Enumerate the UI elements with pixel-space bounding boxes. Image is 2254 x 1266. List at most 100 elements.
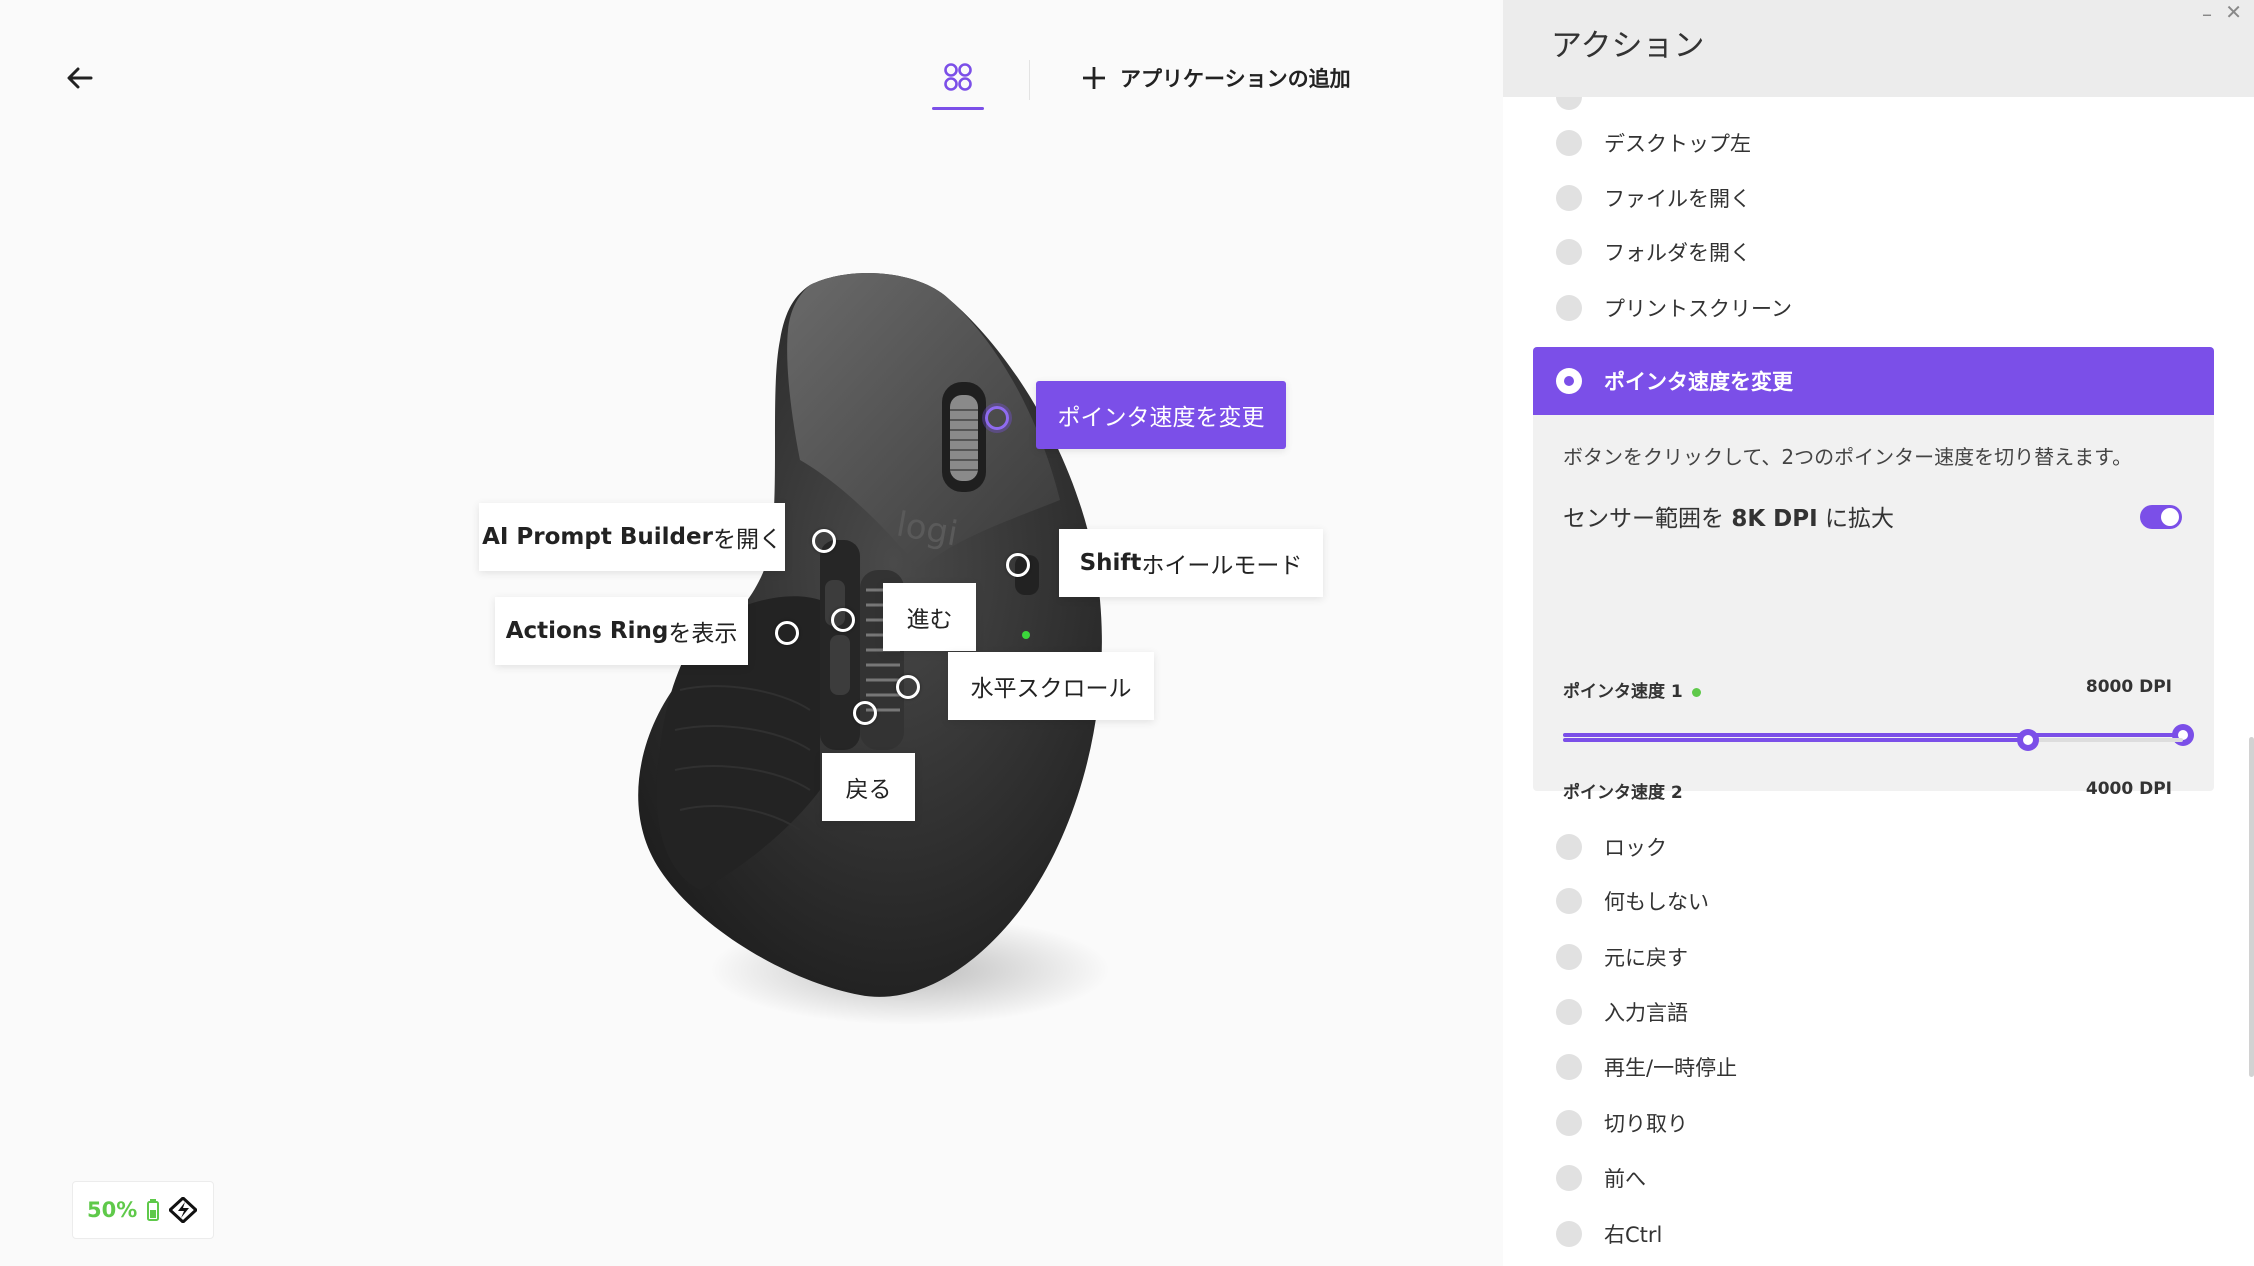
action-radio[interactable]	[1556, 1110, 1582, 1136]
action-radio[interactable]	[1556, 185, 1582, 211]
selected-action-card: ポインタ速度を変更 ボタンをクリックして、2つのポインター速度を切り替えます。 …	[1533, 347, 2214, 803]
sensor-range-prefix: センサー範囲を	[1563, 506, 1732, 532]
action-label: 元に戻す	[1604, 946, 1688, 970]
action-item[interactable]: プリントスクリーン	[1556, 288, 1792, 328]
panel-header: アクション – ✕	[1503, 0, 2254, 97]
active-speed-dot	[1691, 687, 1701, 697]
battery-icon	[147, 1199, 160, 1221]
action-item[interactable]: 右Ctrl	[1556, 1214, 1662, 1254]
callout-forward-label: 進む	[906, 607, 953, 633]
buttons-grid-icon	[944, 63, 972, 91]
hotspot-ai-prompt-builder[interactable]	[812, 529, 836, 553]
action-radio[interactable]	[1556, 1054, 1582, 1080]
selected-action-label: ポインタ速度を変更	[1604, 370, 1793, 394]
selected-action-item[interactable]: ポインタ速度を変更	[1533, 347, 2214, 415]
action-label: 前へ	[1604, 1167, 1646, 1191]
action-radio[interactable]	[1556, 1221, 1582, 1247]
sensor-range-toggle[interactable]	[2140, 505, 2182, 529]
hotspot-shift-wheel-mode[interactable]	[1006, 553, 1030, 577]
action-item[interactable]: 再生/一時停止	[1556, 1047, 1737, 1087]
battery-status[interactable]: 50%	[72, 1181, 214, 1239]
callout-pointer-speed[interactable]: ポインタ速度を変更	[1036, 381, 1286, 449]
action-label: ロック	[1604, 836, 1667, 860]
selected-action-description: ボタンをクリックして、2つのポインター速度を切り替えます。	[1563, 445, 2133, 469]
action-radio[interactable]	[1556, 1165, 1582, 1191]
action-item[interactable]: ロック	[1556, 827, 1667, 867]
action-item[interactable]: 何もしない	[1556, 881, 1709, 921]
callout-actions-ring-bold: Actions Ring	[505, 618, 669, 644]
plus-icon	[1083, 67, 1105, 89]
action-radio[interactable]	[1556, 944, 1582, 970]
callout-forward[interactable]: 進む	[883, 583, 976, 651]
callout-shift-wheel-mode[interactable]: Shift ホイールモード	[1059, 529, 1323, 597]
add-application-button[interactable]: アプリケーションの追加	[1082, 58, 1351, 98]
hotspot-pointer-speed[interactable]	[985, 406, 1009, 430]
action-item[interactable]: 元に戻す	[1556, 937, 1688, 977]
action-item[interactable]: フォルダを開く	[1556, 232, 1751, 272]
slider-thumb[interactable]	[2017, 729, 2039, 751]
hotspot-horizontal-scroll[interactable]	[896, 675, 920, 699]
pointer-speed-2-slider[interactable]	[1563, 728, 2183, 752]
panel-scrollbar[interactable]	[2249, 737, 2254, 1077]
callout-ai-prompt-builder[interactable]: AI Prompt Builder を開く	[479, 503, 785, 571]
action-label: 切り取り	[1604, 1112, 1688, 1136]
callout-ai-prompt-rest: を開く	[712, 527, 782, 553]
action-radio-partial[interactable]	[1556, 97, 1582, 110]
add-application-label: アプリケーションの追加	[1120, 67, 1351, 91]
action-radio[interactable]	[1556, 888, 1582, 914]
hotspot-back[interactable]	[853, 701, 877, 725]
action-label: 何もしない	[1604, 890, 1709, 914]
callout-back[interactable]: 戻る	[822, 753, 915, 821]
pointer-speed-1-label: ポインタ速度 1	[1563, 677, 1701, 702]
action-label: 右Ctrl	[1604, 1223, 1663, 1247]
sensor-range-label: センサー範囲を 8K DPI に拡大	[1563, 499, 1894, 533]
callout-horizontal-scroll[interactable]: 水平スクロール	[948, 652, 1154, 720]
action-item[interactable]: デスクトップ左	[1556, 123, 1751, 163]
pointer-speed-1-value: 8000 DPI	[2085, 677, 2172, 697]
toggle-knob	[2161, 508, 2179, 526]
callout-ai-prompt-bold: AI Prompt Builder	[482, 524, 713, 550]
action-radio[interactable]	[1556, 295, 1582, 321]
callout-horizontal-scroll-label: 水平スクロール	[970, 676, 1132, 702]
tab-buttons[interactable]	[930, 56, 986, 110]
hotspot-forward[interactable]	[831, 608, 855, 632]
action-radio-selected[interactable]	[1556, 368, 1582, 394]
window-close-button[interactable]: ✕	[2225, 0, 2242, 24]
action-label: 入力言語	[1604, 1001, 1688, 1025]
callout-back-label: 戻る	[845, 777, 892, 803]
actions-list: デスクトップ左 ファイルを開く フォルダを開く プリントスクリーン ポインタ速度…	[1503, 97, 2254, 1266]
actions-panel: アクション – ✕ デスクトップ左 ファイルを開く フォルダを開く プリントスク…	[1503, 0, 2254, 1266]
action-radio[interactable]	[1556, 999, 1582, 1025]
pointer-speed-1-text: ポインタ速度 1	[1563, 682, 1683, 702]
callout-shift-bold: Shift	[1079, 550, 1142, 576]
pointer-speed-2-label: ポインタ速度 2	[1563, 778, 1683, 803]
slider-fill	[1563, 738, 2028, 742]
action-label: プリントスクリーン	[1604, 297, 1792, 321]
tab-divider	[1029, 60, 1030, 100]
action-label: 再生/一時停止	[1604, 1056, 1738, 1080]
action-label: デスクトップ左	[1604, 132, 1751, 156]
back-button[interactable]	[58, 56, 102, 100]
action-radio[interactable]	[1556, 834, 1582, 860]
callout-shift-rest: ホイールモード	[1141, 553, 1303, 579]
pointer-speed-2-value: 4000 DPI	[2085, 779, 2172, 799]
action-radio[interactable]	[1556, 239, 1582, 265]
action-item[interactable]: 前へ	[1556, 1158, 1646, 1198]
action-item[interactable]: 入力言語	[1556, 992, 1688, 1032]
callout-actions-ring[interactable]: Actions Ring を表示	[495, 597, 748, 665]
hotspot-actions-ring[interactable]	[775, 621, 799, 645]
arrow-left-icon	[67, 67, 93, 89]
pointer-speed-2-text: ポインタ速度 2	[1563, 783, 1683, 803]
tab-active-indicator	[932, 107, 984, 110]
action-item[interactable]: ファイルを開く	[1556, 178, 1751, 218]
callout-actions-ring-rest: を表示	[668, 621, 738, 647]
action-radio[interactable]	[1556, 130, 1582, 156]
callout-pointer-speed-label: ポインタ速度を変更	[1057, 405, 1265, 431]
main-area: アプリケーションの追加 logi ポインタ速度を変更 AI Prompt Bui…	[0, 0, 1503, 1266]
action-item[interactable]: 切り取り	[1556, 1103, 1688, 1143]
logi-bolt-receiver-icon	[169, 1197, 198, 1223]
sensor-range-dpi: 8K DPI	[1731, 506, 1818, 532]
panel-title: アクション	[1551, 28, 1705, 64]
window-minimize-button[interactable]: –	[2202, 2, 2212, 26]
action-label: ファイルを開く	[1604, 187, 1751, 211]
